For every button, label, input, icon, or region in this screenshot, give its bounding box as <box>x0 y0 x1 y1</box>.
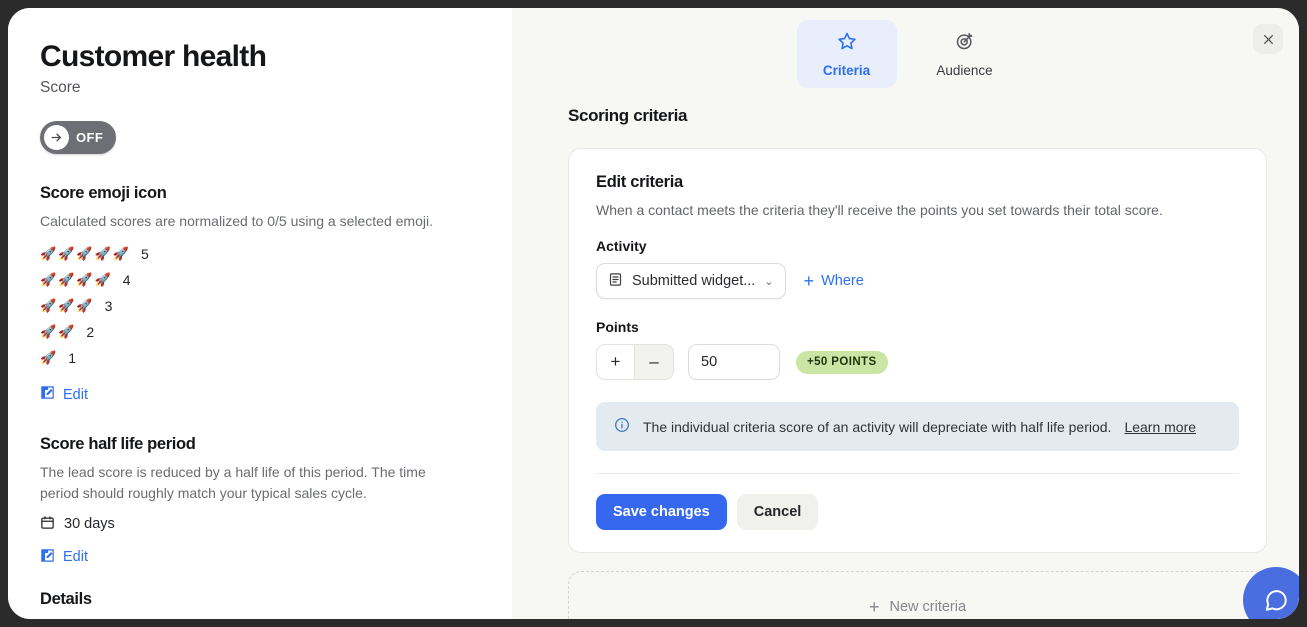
emoji-value: 5 <box>140 246 149 263</box>
emoji-glyphs: 🚀🚀 <box>40 324 77 340</box>
new-criteria-label: New criteria <box>889 599 967 615</box>
close-button[interactable] <box>1253 24 1283 54</box>
right-criteria-panel: Criteria Audience Scoring criteria Edit … <box>512 8 1299 619</box>
tab-criteria[interactable]: Criteria <box>796 20 897 88</box>
points-label: Points <box>596 319 639 335</box>
emoji-value: 1 <box>68 350 76 367</box>
toggle-state-label: OFF <box>76 130 104 145</box>
emoji-glyphs: 🚀 <box>40 350 59 366</box>
emoji-value: 2 <box>86 324 95 341</box>
points-row: + – +50 POINTS <box>596 335 1239 380</box>
tab-audience[interactable]: Audience <box>915 20 1015 88</box>
emoji-scale-list: 🚀🚀🚀🚀🚀 5 🚀🚀🚀🚀 4 🚀🚀🚀 3 🚀🚀 2 🚀 1 <box>40 241 480 371</box>
chevron-down-icon: ⌄ <box>764 275 774 288</box>
where-label: Where <box>821 273 864 289</box>
panel-tabs: Criteria Audience <box>512 8 1299 88</box>
list-item: 🚀🚀🚀🚀🚀 5 <box>40 241 480 267</box>
cancel-button[interactable]: Cancel <box>736 494 819 530</box>
emoji-value: 4 <box>122 272 131 289</box>
activity-selected-value: Submitted widget... <box>632 273 756 289</box>
points-decrement-button[interactable]: – <box>635 345 673 379</box>
edit-pencil-icon <box>40 548 55 567</box>
info-icon <box>614 417 630 436</box>
edit-criteria-description: When a contact meets the criteria they'l… <box>596 202 1163 218</box>
form-icon <box>608 272 623 291</box>
activity-select[interactable]: Submitted widget... ⌄ <box>596 263 786 299</box>
close-icon <box>1263 34 1273 44</box>
score-emoji-heading: Score emoji icon <box>40 184 167 202</box>
emoji-glyphs: 🚀🚀🚀🚀 <box>40 272 113 288</box>
star-icon <box>837 31 857 56</box>
chat-icon <box>1265 590 1287 611</box>
activity-label: Activity <box>596 238 647 254</box>
list-item: 🚀🚀🚀 3 <box>40 293 480 319</box>
save-changes-button[interactable]: Save changes <box>596 494 727 530</box>
page-subtitle: Score <box>40 79 81 96</box>
edit-criteria-card: Edit criteria When a contact meets the c… <box>568 148 1267 553</box>
customer-health-modal: Customer health Score OFF Score emoji ic… <box>8 8 1299 619</box>
page-title: Customer health <box>40 40 267 73</box>
edit-label: Edit <box>63 549 88 566</box>
criteria-content: Scoring criteria Edit criteria When a co… <box>512 88 1299 619</box>
left-details-panel: Customer health Score OFF Score emoji ic… <box>8 8 512 619</box>
card-actions: Save changes Cancel <box>596 494 1239 530</box>
plus-icon: + <box>868 597 880 617</box>
arrow-right-icon <box>44 125 69 150</box>
points-increment-button[interactable]: + <box>597 345 635 379</box>
activity-row: Submitted widget... ⌄ + Where <box>596 254 1239 299</box>
plus-icon: + <box>803 271 815 291</box>
half-life-heading: Score half life period <box>40 435 196 454</box>
edit-half-life-button[interactable]: Edit <box>40 548 88 567</box>
edit-label: Edit <box>63 386 88 403</box>
card-divider <box>596 473 1239 474</box>
tab-audience-label: Audience <box>936 63 993 78</box>
scoring-criteria-heading: Scoring criteria <box>568 106 688 125</box>
score-enabled-toggle[interactable]: OFF <box>40 121 117 154</box>
points-input[interactable] <box>688 344 780 380</box>
calendar-icon <box>40 515 55 534</box>
score-half-life-section: Score half life period The lead score is… <box>40 435 480 568</box>
add-where-button[interactable]: + Where <box>804 272 864 290</box>
info-text: The individual criteria score of an acti… <box>643 418 1112 435</box>
list-item: 🚀🚀🚀🚀 4 <box>40 267 480 293</box>
emoji-value: 3 <box>104 298 113 315</box>
target-icon <box>955 31 975 56</box>
half-life-description: The lead score is reduced by a half life… <box>40 464 426 501</box>
emoji-glyphs: 🚀🚀🚀🚀🚀 <box>40 246 131 262</box>
list-item: 🚀 1 <box>40 345 480 371</box>
points-badge: +50 POINTS <box>796 350 888 374</box>
tab-criteria-label: Criteria <box>822 63 871 78</box>
score-emoji-description: Calculated scores are normalized to 0/5 … <box>40 213 433 229</box>
emoji-glyphs: 🚀🚀🚀 <box>40 298 95 314</box>
edit-pencil-icon <box>40 385 55 404</box>
half-life-value: 30 days <box>64 516 115 533</box>
half-life-value-row: 30 days <box>40 515 480 534</box>
learn-more-link[interactable]: Learn more <box>1124 419 1196 435</box>
points-stepper: + – <box>596 344 674 380</box>
edit-criteria-title: Edit criteria <box>596 173 683 191</box>
list-item: 🚀🚀 2 <box>40 319 480 345</box>
edit-score-emoji-button[interactable]: Edit <box>40 385 88 404</box>
score-emoji-section: Score emoji icon Calculated scores are n… <box>40 184 480 405</box>
details-heading: Details <box>40 590 92 608</box>
half-life-info-banner: The individual criteria score of an acti… <box>596 402 1239 451</box>
new-criteria-button[interactable]: + New criteria <box>568 571 1267 619</box>
